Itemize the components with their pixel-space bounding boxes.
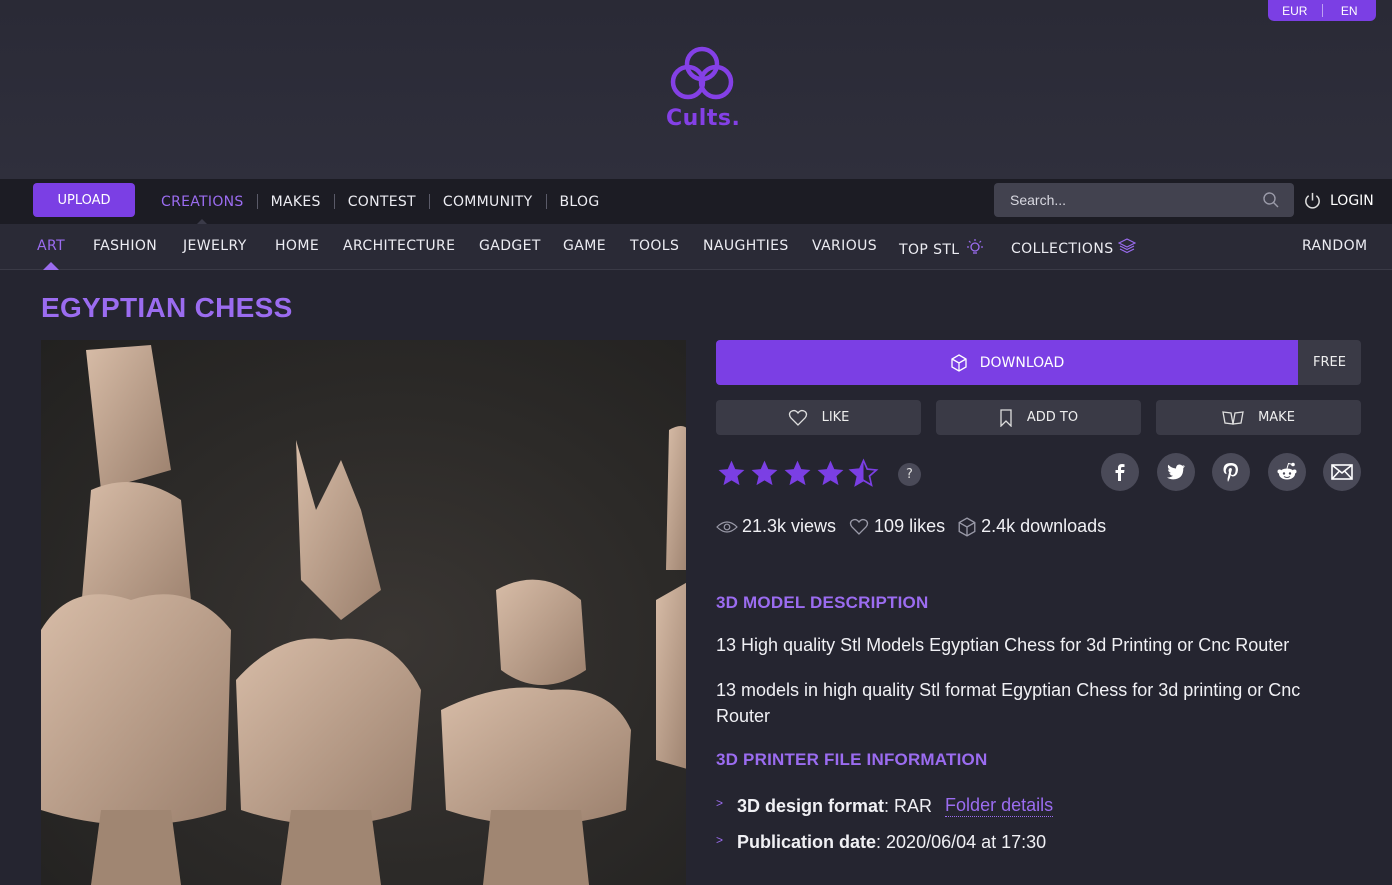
category-architecture[interactable]: ARCHITECTURE: [343, 238, 455, 254]
page-title: EGYPTIAN CHESS: [41, 292, 293, 323]
views-stat: 21.3k views: [716, 516, 836, 537]
pinterest-share-button[interactable]: [1212, 453, 1250, 491]
description-line-1: 13 High quality Stl Models Egyptian Ches…: [716, 635, 1290, 655]
download-button[interactable]: DOWNLOAD: [716, 340, 1298, 385]
star-full-icon: [751, 460, 778, 486]
lightbulb-icon: [967, 239, 984, 254]
description-heading: 3D MODEL DESCRIPTION: [716, 593, 929, 612]
make-label: MAKE: [1258, 410, 1295, 425]
top-header: EUR EN Cults.: [0, 0, 1392, 179]
book-icon: [1222, 410, 1244, 425]
folder-details-link[interactable]: Folder details: [945, 795, 1054, 817]
category-various[interactable]: VARIOUS: [812, 238, 877, 254]
downloads-count: 2.4k downloads: [981, 516, 1107, 536]
nav-links: CREATIONS MAKES CONTEST COMMUNITY BLOG: [148, 179, 613, 225]
language-selector[interactable]: EN: [1323, 4, 1377, 18]
category-art[interactable]: ART: [37, 238, 65, 254]
search-input[interactable]: [1010, 192, 1250, 208]
login-button[interactable]: LOGIN: [1303, 191, 1374, 210]
category-naughties[interactable]: NAUGHTIES: [703, 238, 789, 254]
main-nav: UPLOAD CREATIONS MAKES CONTEST COMMUNITY…: [0, 179, 1392, 225]
layers-icon: [1118, 238, 1137, 254]
top-stl-label: TOP STL: [899, 242, 960, 258]
site-logo[interactable]: Cults.: [666, 44, 741, 134]
envelope-icon: [1331, 464, 1353, 480]
category-home[interactable]: HOME: [275, 238, 319, 254]
login-label: LOGIN: [1330, 192, 1374, 209]
rating-stars[interactable]: [716, 458, 879, 489]
make-button[interactable]: MAKE: [1156, 400, 1361, 435]
star-half-icon: [848, 458, 879, 487]
twitter-icon: [1167, 464, 1185, 480]
heart-icon: [788, 409, 807, 426]
currency-selector[interactable]: EUR: [1268, 4, 1322, 18]
logo-text: Cults.: [666, 106, 741, 131]
twitter-share-button[interactable]: [1157, 453, 1195, 491]
eye-icon: [716, 520, 738, 533]
publication-label: Publication date: [737, 832, 877, 852]
likes-count: 109 likes: [874, 516, 946, 536]
downloads-stat: 2.4k downloads: [957, 516, 1106, 537]
format-label: 3D design format: [737, 795, 885, 816]
cults-logo-icon: [670, 46, 734, 100]
publication-value: : 2020/06/04 at 17:30: [876, 832, 1047, 852]
download-label: DOWNLOAD: [979, 354, 1065, 371]
nav-creations[interactable]: CREATIONS: [148, 194, 257, 225]
category-random[interactable]: RANDOM: [1302, 238, 1368, 254]
active-category-indicator: [43, 262, 59, 270]
chevron-right-icon: >: [716, 796, 724, 810]
file-info-heading: 3D PRINTER FILE INFORMATION: [716, 750, 988, 769]
nav-community[interactable]: COMMUNITY: [430, 194, 546, 210]
description-line-2: 13 models in high quality Stl format Egy…: [716, 680, 1301, 726]
add-to-button[interactable]: ADD TO: [936, 400, 1141, 435]
category-top-stl[interactable]: TOP STL: [899, 238, 986, 258]
chess-busts-illustration: [41, 345, 686, 885]
like-label: LIKE: [821, 410, 850, 425]
rating-help-button[interactable]: ?: [898, 463, 921, 486]
heart-icon: [849, 518, 869, 535]
category-fashion[interactable]: FASHION: [93, 238, 157, 254]
category-tools[interactable]: TOOLS: [630, 238, 679, 254]
product-image[interactable]: [41, 340, 686, 885]
power-icon: [1305, 192, 1320, 209]
category-bar: ART FASHION JEWELRY HOME ARCHITECTURE GA…: [0, 224, 1392, 270]
nav-contest[interactable]: CONTEST: [335, 194, 429, 210]
search-box: [994, 183, 1294, 217]
add-to-label: ADD TO: [1026, 410, 1079, 425]
chevron-right-icon: >: [716, 832, 724, 847]
reddit-icon: [1277, 462, 1297, 480]
star-full-icon: [718, 460, 745, 486]
facebook-share-button[interactable]: [1101, 453, 1139, 491]
bookmark-icon: [1000, 408, 1012, 427]
facebook-icon: [1115, 464, 1125, 481]
publication-date-row: > Publication date : 2020/06/04 at 17:30: [716, 832, 1046, 853]
likes-stat: 109 likes: [848, 516, 945, 537]
star-full-icon: [784, 460, 811, 486]
category-game[interactable]: GAME: [563, 238, 606, 254]
category-gadget[interactable]: GADGET: [479, 238, 541, 254]
category-collections[interactable]: COLLECTIONS: [1011, 238, 1137, 257]
format-value: : RAR: [884, 795, 933, 816]
pinterest-icon: [1223, 463, 1238, 482]
category-jewelry[interactable]: JEWELRY: [183, 238, 247, 254]
email-share-button[interactable]: [1323, 453, 1361, 491]
stats-row: 21.3k views 109 likes 2.4k downloads: [716, 516, 1118, 537]
search-icon[interactable]: [1262, 191, 1280, 209]
like-button[interactable]: LIKE: [716, 400, 921, 435]
nav-blog[interactable]: BLOG: [547, 194, 613, 210]
currency-language-switcher[interactable]: EUR EN: [1268, 0, 1376, 21]
upload-button[interactable]: UPLOAD: [33, 183, 135, 217]
box-icon: [958, 516, 976, 537]
price-badge: FREE: [1298, 340, 1361, 385]
views-count: 21.3k views: [742, 516, 837, 536]
star-full-icon: [817, 460, 844, 486]
reddit-share-button[interactable]: [1268, 453, 1306, 491]
nav-makes[interactable]: MAKES: [258, 194, 334, 210]
collections-label: COLLECTIONS: [1011, 241, 1114, 257]
box-icon: [951, 353, 967, 372]
design-format-row: > 3D design format : RAR Folder details: [716, 795, 1054, 817]
